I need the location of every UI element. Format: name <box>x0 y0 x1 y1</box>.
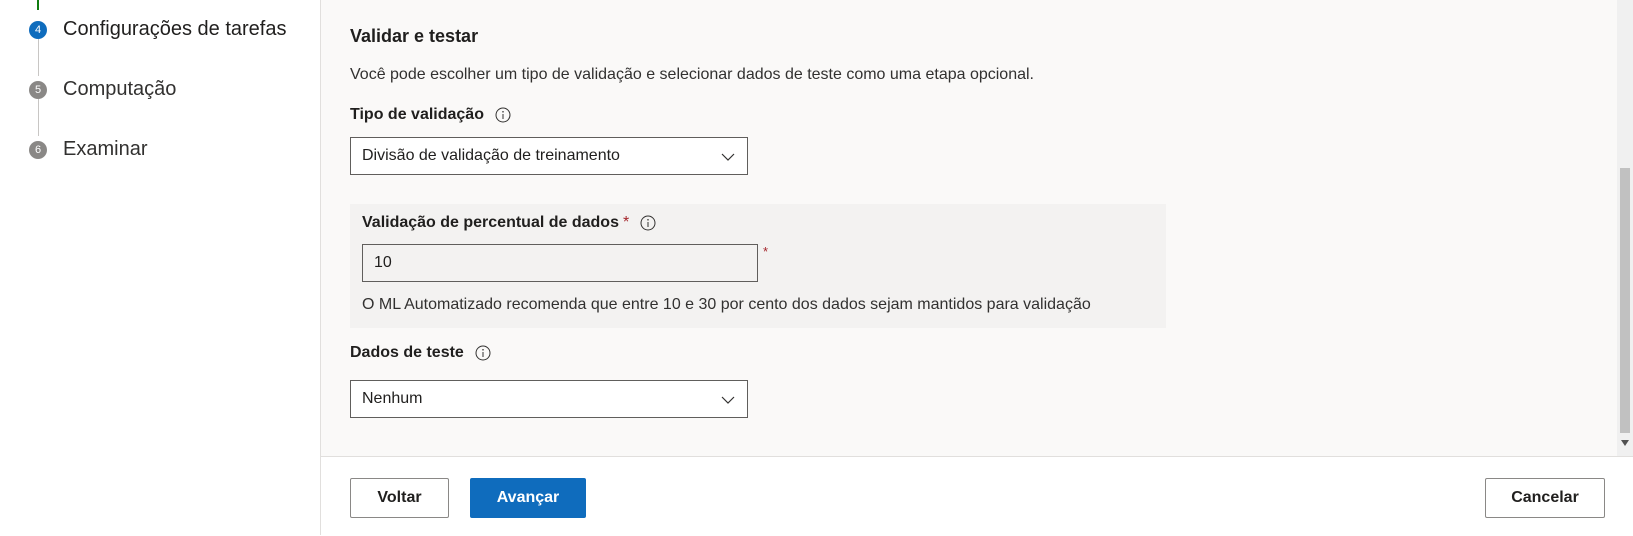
step-label: Examinar <box>63 138 148 160</box>
step-number-badge: 5 <box>29 80 47 99</box>
validation-percent-label: Validação de percentual de dados * <box>362 214 656 232</box>
next-button[interactable]: Avançar <box>470 478 586 518</box>
info-icon[interactable] <box>640 215 656 231</box>
step-label: Computação <box>63 78 177 100</box>
info-icon[interactable] <box>495 107 511 123</box>
info-icon[interactable] <box>475 345 491 361</box>
vertical-scrollbar[interactable] <box>1617 0 1633 456</box>
step-compute[interactable]: 5 Computação <box>29 78 176 101</box>
step-number-badge: 4 <box>29 20 47 39</box>
scrollbar-thumb[interactable] <box>1620 168 1630 433</box>
wizard-footer: Voltar Avançar Cancelar <box>321 456 1633 536</box>
step-review[interactable]: 6 Examinar <box>29 138 147 161</box>
step-task-settings[interactable]: 4 Configurações de tarefas <box>29 18 286 41</box>
step-connector <box>38 39 39 76</box>
validation-percent-hint: O ML Automatizado recomenda que entre 10… <box>362 296 1091 313</box>
step-number-badge: 6 <box>29 140 47 159</box>
required-marker: * <box>622 214 630 231</box>
input-required-marker: * <box>763 244 769 259</box>
validation-type-dropdown[interactable]: Divisão de validação de treinamento <box>350 137 748 175</box>
validation-percent-group: Validação de percentual de dados * 10 * … <box>350 204 1166 328</box>
test-data-dropdown[interactable]: Nenhum <box>350 380 748 418</box>
validation-percent-input[interactable]: 10 <box>362 244 758 282</box>
back-button[interactable]: Voltar <box>350 478 449 518</box>
main-content: Validar e testar Você pode escolher um t… <box>321 0 1617 456</box>
validation-type-label: Tipo de validação <box>350 106 511 124</box>
validation-type-label-text: Tipo de validação <box>350 106 484 123</box>
chevron-down-icon <box>720 393 736 407</box>
section-description: Você pode escolher um tipo de validação … <box>350 66 1034 83</box>
validation-type-selected: Divisão de validação de treinamento <box>362 147 620 164</box>
step-label: Configurações de tarefas <box>63 18 287 40</box>
completed-step-connector <box>37 0 39 10</box>
scroll-down-arrow-icon[interactable] <box>1621 440 1629 446</box>
section-title: Validar e testar <box>350 26 479 46</box>
test-data-selected: Nenhum <box>362 390 423 407</box>
test-data-label-text: Dados de teste <box>350 344 464 361</box>
validation-percent-label-text: Validação de percentual de dados <box>362 214 619 231</box>
step-connector <box>38 99 39 136</box>
test-data-label: Dados de teste <box>350 344 491 362</box>
cancel-button[interactable]: Cancelar <box>1485 478 1605 518</box>
chevron-down-icon <box>720 150 736 164</box>
wizard-steps-panel: 4 Configurações de tarefas 5 Computação … <box>0 0 321 535</box>
